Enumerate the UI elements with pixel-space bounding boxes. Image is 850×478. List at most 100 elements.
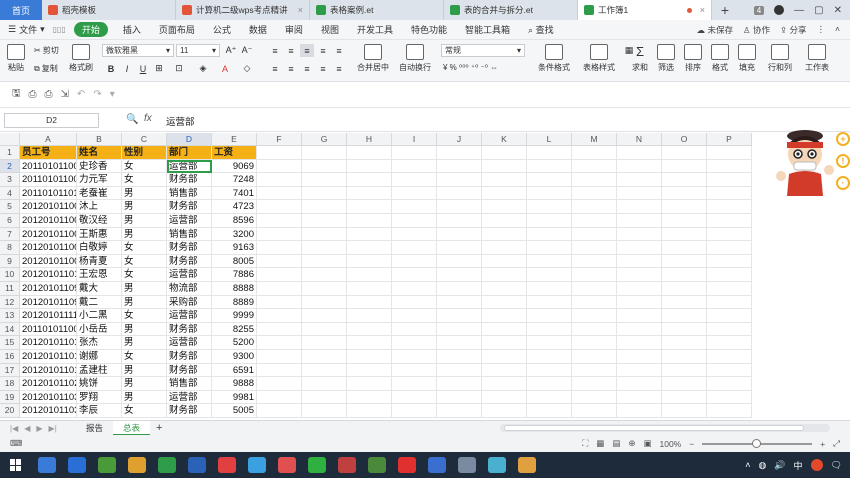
empty-cell[interactable] [482, 159, 527, 174]
menu-page-layout[interactable]: 页面布局 [150, 23, 204, 36]
empty-cell[interactable] [707, 404, 752, 418]
grow-font-button[interactable]: A⁺ [224, 44, 238, 57]
empty-cell[interactable] [437, 268, 482, 282]
empty-cell[interactable] [662, 214, 707, 228]
empty-cell[interactable] [392, 227, 437, 242]
empty-cell[interactable] [482, 186, 527, 201]
first-sheet-icon[interactable]: |◀ [10, 424, 18, 433]
table-cell[interactable]: 小二黑 [77, 309, 122, 323]
empty-cell[interactable] [707, 200, 752, 214]
empty-cell[interactable] [662, 295, 707, 310]
column-header-p[interactable]: P [707, 133, 752, 146]
table-cell[interactable]: 采购部 [167, 295, 212, 310]
empty-cell[interactable] [572, 268, 617, 282]
merge-cells-button[interactable]: ⊡ [172, 62, 186, 75]
unsaved-button[interactable]: ☁ 未保存 [697, 24, 733, 36]
cut-button[interactable]: ✂ 剪切 [34, 45, 59, 56]
table-cell[interactable]: 男 [122, 377, 167, 391]
ime-indicator[interactable]: 中 [794, 459, 803, 472]
empty-cell[interactable] [662, 159, 707, 174]
empty-cell[interactable] [662, 377, 707, 391]
table-cell[interactable]: 9163 [212, 241, 257, 255]
row-header-15[interactable]: 15 [0, 336, 20, 350]
column-header-m[interactable]: M [572, 133, 617, 146]
table-cell[interactable]: 女 [122, 159, 167, 174]
table-cell[interactable]: 运营部 [167, 309, 212, 323]
empty-cell[interactable] [662, 227, 707, 242]
column-header-h[interactable]: H [347, 133, 392, 146]
empty-cell[interactable] [482, 254, 527, 269]
last-sheet-icon[interactable]: ▶| [49, 424, 57, 433]
empty-cell[interactable] [302, 309, 347, 323]
italic-button[interactable]: I [120, 62, 134, 75]
empty-cell[interactable] [527, 146, 572, 160]
empty-cell[interactable] [617, 159, 662, 174]
empty-cell[interactable] [257, 268, 302, 282]
empty-cell[interactable] [707, 350, 752, 364]
empty-cell[interactable] [437, 350, 482, 364]
empty-cell[interactable] [617, 241, 662, 255]
empty-cell[interactable] [617, 214, 662, 228]
shrink-font-button[interactable]: A⁻ [240, 44, 254, 57]
tab-home[interactable]: 首页 [0, 0, 42, 20]
table-cell[interactable]: 财务部 [167, 241, 212, 255]
zoom-icon[interactable]: 🔍 [126, 114, 138, 125]
close-icon[interactable]: × [294, 5, 303, 15]
table-cell[interactable]: 力元军 [77, 173, 122, 187]
fill-color-icon[interactable]: ◈ [196, 62, 210, 75]
empty-cell[interactable] [482, 241, 527, 255]
horizontal-scrollbar[interactable] [500, 424, 830, 432]
empty-cell[interactable] [662, 322, 707, 337]
empty-cell[interactable] [392, 295, 437, 310]
empty-cell[interactable] [437, 322, 482, 337]
empty-cell[interactable] [572, 200, 617, 214]
more-tool-icon[interactable]: · [836, 176, 850, 190]
table-cell[interactable]: 201201011038 [20, 404, 77, 418]
empty-cell[interactable] [527, 377, 572, 391]
table-cell[interactable]: 财务部 [167, 173, 212, 187]
more-icon[interactable]: ⋮ [817, 24, 826, 36]
empty-cell[interactable] [347, 309, 392, 323]
empty-cell[interactable] [482, 309, 527, 323]
empty-cell[interactable] [392, 282, 437, 296]
taskbar-app-icon[interactable] [368, 457, 386, 473]
row-header-4[interactable]: 4 [0, 186, 20, 201]
sheet-tab-report[interactable]: 报告 [76, 421, 113, 436]
empty-cell[interactable] [302, 390, 347, 405]
table-cell[interactable]: 财务部 [167, 350, 212, 364]
empty-cell[interactable] [257, 350, 302, 364]
menu-data[interactable]: 数据 [240, 23, 276, 36]
empty-cell[interactable] [347, 159, 392, 174]
table-cell[interactable]: 王斯惠 [77, 227, 122, 242]
empty-cell[interactable] [482, 322, 527, 337]
empty-cell[interactable] [617, 377, 662, 391]
align-top-icon[interactable]: ≡ [268, 44, 282, 57]
wps-tray-icon[interactable] [810, 459, 823, 471]
empty-cell[interactable] [527, 200, 572, 214]
row-header-17[interactable]: 17 [0, 363, 20, 378]
empty-cell[interactable] [617, 173, 662, 187]
justify-icon[interactable]: ≡ [316, 62, 330, 75]
table-cell[interactable]: 小岳岳 [77, 322, 122, 337]
empty-cell[interactable] [617, 282, 662, 296]
table-header-cell[interactable]: 姓名 [77, 146, 122, 160]
indent-icon[interactable]: ≡ [332, 44, 346, 57]
table-cell[interactable]: 7886 [212, 268, 257, 282]
empty-cell[interactable] [347, 282, 392, 296]
empty-cell[interactable] [392, 146, 437, 160]
table-cell[interactable]: 女 [122, 309, 167, 323]
empty-cell[interactable] [437, 377, 482, 391]
empty-cell[interactable] [617, 390, 662, 405]
table-cell[interactable]: 201101011009 [20, 173, 77, 187]
empty-cell[interactable] [707, 390, 752, 405]
empty-cell[interactable] [257, 186, 302, 201]
table-cell[interactable]: 运营部 [167, 268, 212, 282]
orientation-icon[interactable]: ≡ [316, 44, 330, 57]
empty-cell[interactable] [302, 336, 347, 350]
empty-cell[interactable] [572, 186, 617, 201]
name-box[interactable]: D2 [4, 113, 99, 128]
table-cell[interactable]: 物流部 [167, 282, 212, 296]
file-menu[interactable]: ☰ 文件 ▾ [0, 23, 53, 36]
empty-cell[interactable] [437, 200, 482, 214]
empty-cell[interactable] [257, 295, 302, 310]
